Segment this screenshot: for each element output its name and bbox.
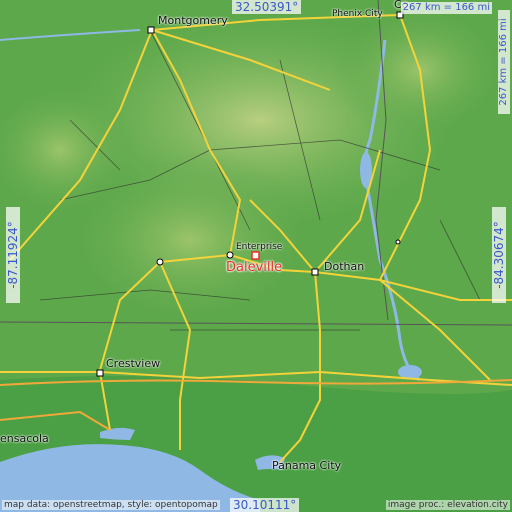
dothan-marker — [311, 268, 319, 276]
scale-right: 267 km = 166 mi — [498, 10, 510, 114]
coord-top: 32.50391° — [232, 0, 302, 14]
main-city-label: Daleville — [226, 260, 283, 275]
city-crestview: Crestview — [106, 357, 161, 370]
city-panama-city: Panama City — [272, 459, 342, 472]
map-view[interactable]: Montgomery Phenix City Co Enterprise Dot… — [0, 0, 512, 512]
coord-left: -87.11924° — [6, 207, 20, 303]
enterprise-marker — [226, 251, 234, 259]
montgomery-marker — [147, 26, 155, 34]
coord-bottom: 30.10111° — [230, 498, 300, 512]
crestview-marker — [96, 369, 104, 377]
city-montgomery: Montgomery — [158, 14, 228, 27]
city-enterprise: Enterprise — [236, 242, 283, 252]
city-phenix-city: Phenix City — [332, 9, 383, 19]
credit-image-proc: image proc.: elevation.city — [385, 500, 510, 510]
city-dothan: Dothan — [324, 260, 365, 273]
city-pensacola: ensacola — [0, 432, 49, 445]
town-marker — [156, 258, 164, 266]
daleville-marker — [251, 251, 260, 260]
credit-map-data: map data: openstreetmap, style: opentopo… — [2, 500, 220, 510]
coord-right: -84.30674° — [492, 207, 506, 303]
scale-top: 267 km = 166 mi — [400, 2, 492, 14]
town-marker-2 — [395, 239, 401, 245]
map-canvas — [0, 0, 512, 512]
lake-seminole — [398, 365, 422, 379]
